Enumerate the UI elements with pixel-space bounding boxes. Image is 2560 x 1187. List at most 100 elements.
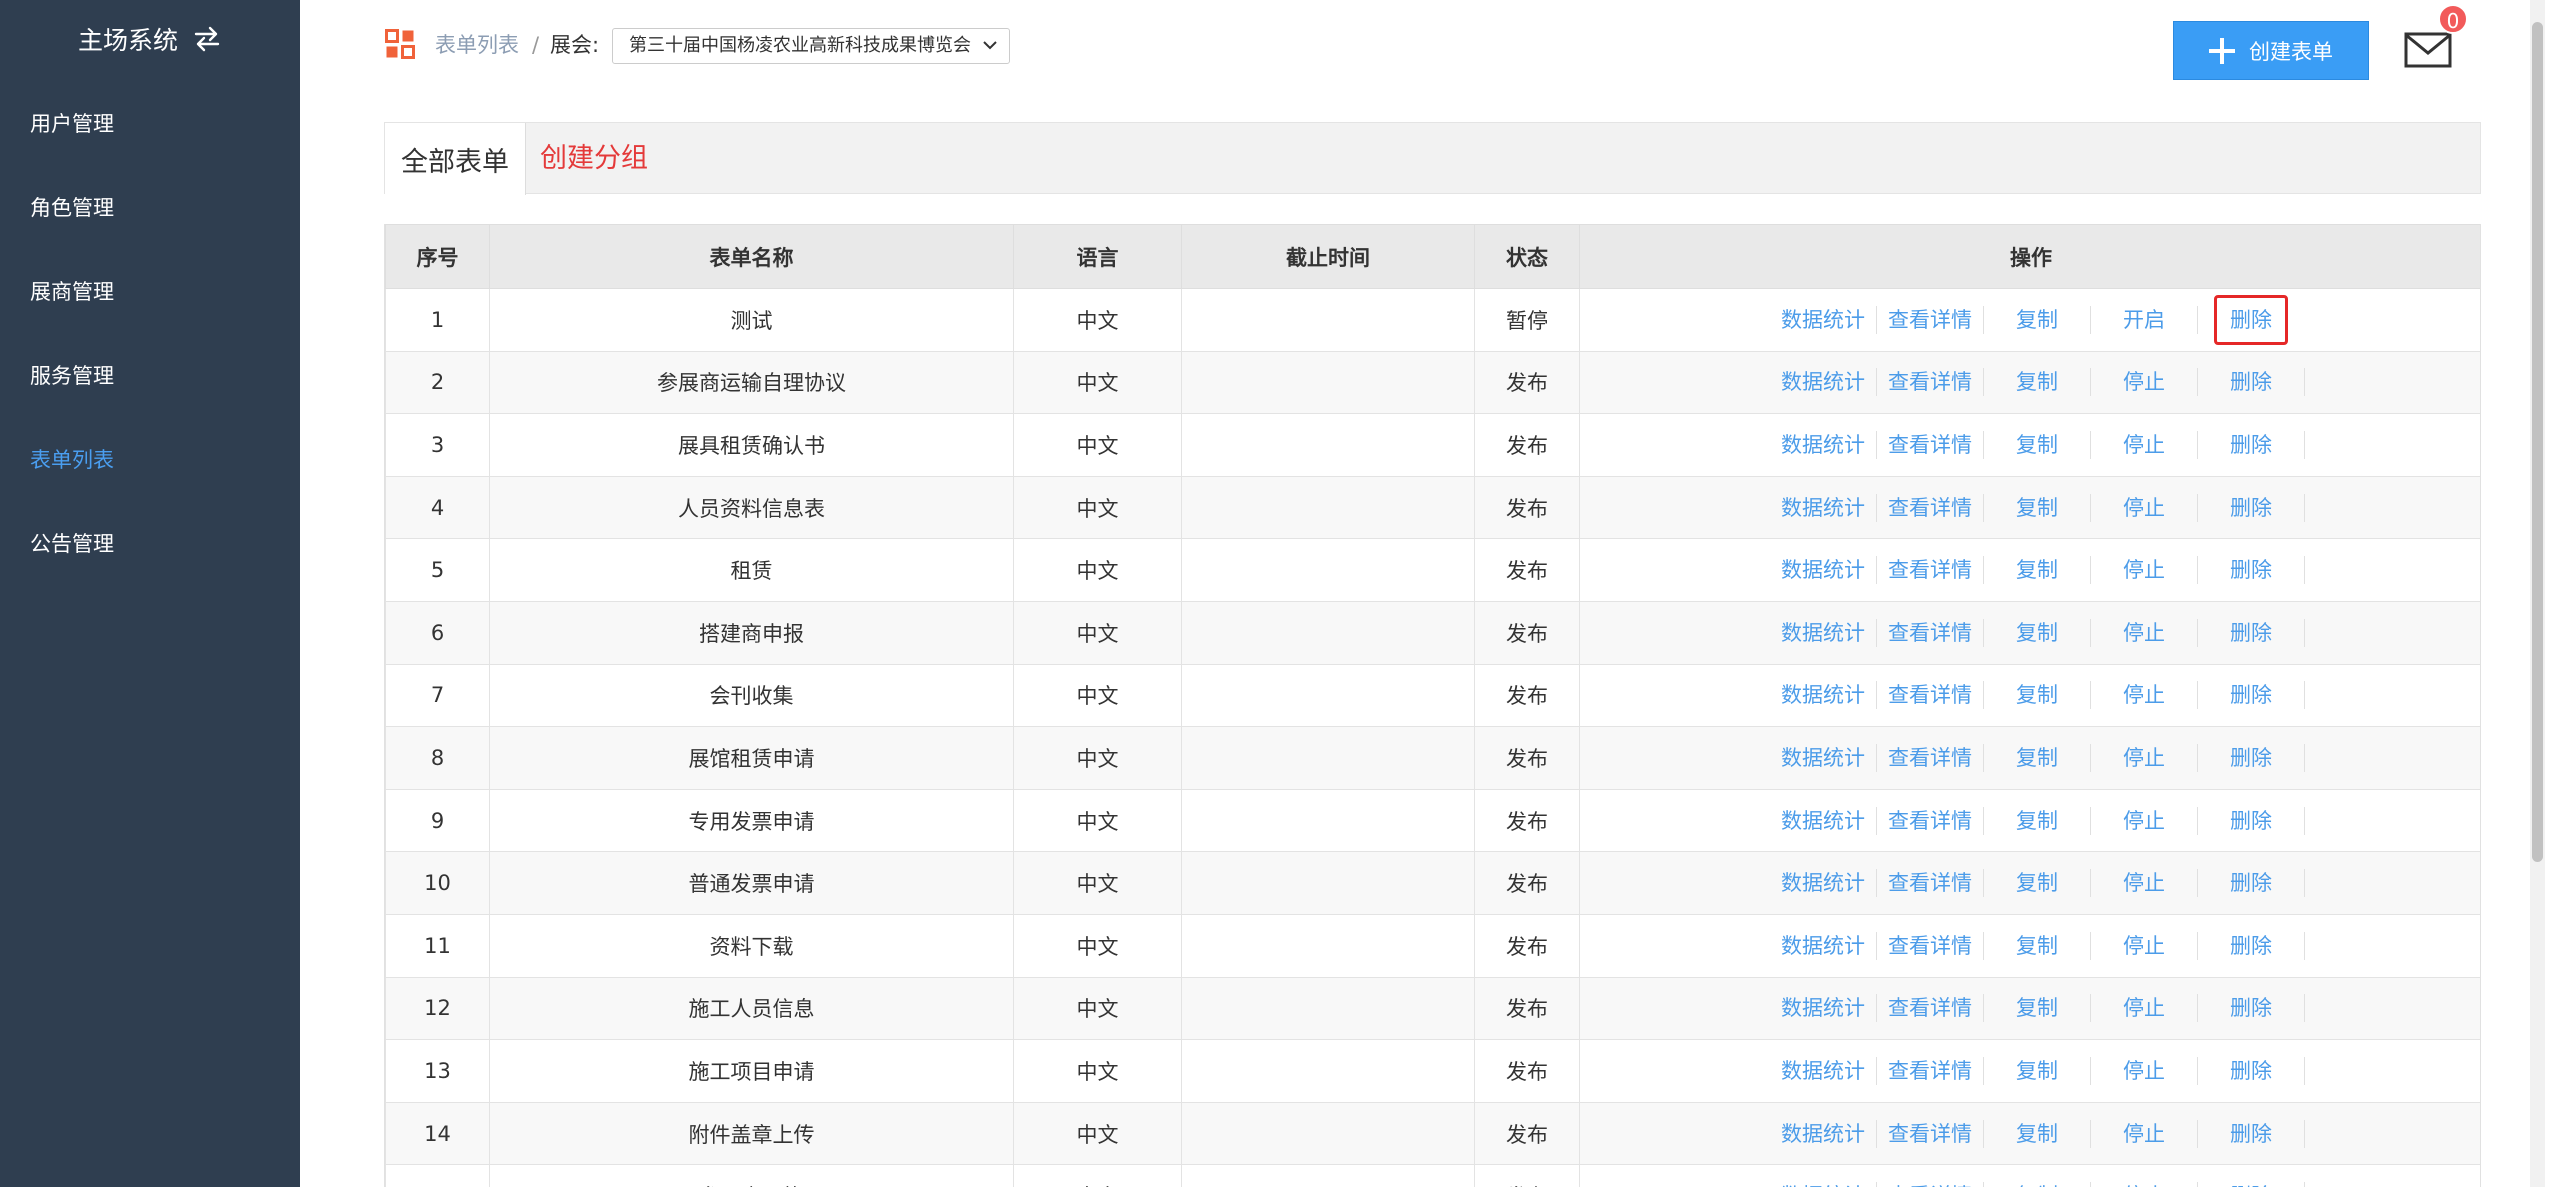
form-status: 发布 [1474,538,1580,602]
delete-link[interactable]: 删除 [2198,430,2305,459]
sidebar-item[interactable]: 展商管理 [0,250,300,334]
toggle-status-link[interactable]: 停止 [2091,430,2198,459]
toggle-status-link[interactable]: 停止 [2091,556,2198,585]
table-row: 10 普通发票申请 中文 发布 数据统计 查看详情 复制 停止 删除 [385,851,2480,915]
stats-link[interactable]: 数据统计 [1770,305,1877,334]
copy-link[interactable]: 复制 [1984,743,2091,772]
copy-link[interactable]: 复制 [1984,430,2091,459]
stats-link[interactable]: 数据统计 [1770,430,1877,459]
stats-link[interactable]: 数据统计 [1770,368,1877,397]
toggle-status-link[interactable]: 停止 [2091,743,2198,772]
copy-link[interactable]: 复制 [1984,305,2091,334]
stats-link[interactable]: 数据统计 [1770,931,1877,960]
detail-link[interactable]: 查看详情 [1877,1119,1984,1148]
toggle-status-link[interactable]: 停止 [2091,368,2198,397]
copy-link[interactable]: 复制 [1984,931,2091,960]
delete-link[interactable]: 删除 [2198,994,2305,1023]
stats-link[interactable]: 数据统计 [1770,806,1877,835]
stats-link[interactable]: 数据统计 [1770,1119,1877,1148]
stats-link[interactable]: 数据统计 [1770,493,1877,522]
copy-link[interactable]: 复制 [1984,1056,2091,1085]
toggle-status-link[interactable]: 停止 [2091,806,2198,835]
copy-link[interactable]: 复制 [1984,556,2091,585]
copy-link[interactable]: 复制 [1984,1119,2091,1148]
form-name: 参展商运输自理协议 [489,350,1014,415]
sidebar-item[interactable]: 服务管理 [0,334,300,418]
expo-select[interactable]: 第三十届中国杨凌农业高新科技成果博览会 [612,28,1010,64]
detail-link[interactable]: 查看详情 [1877,1182,1984,1187]
detail-link[interactable]: 查看详情 [1877,931,1984,960]
sidebar-item[interactable]: 用户管理 [0,82,300,166]
stats-link[interactable]: 数据统计 [1770,681,1877,710]
toggle-status-link[interactable]: 停止 [2091,681,2198,710]
toggle-status-link[interactable]: 停止 [2091,994,2198,1023]
delete-link[interactable]: 删除 [2198,1119,2305,1148]
delete-link[interactable]: 删除 [2198,1182,2305,1187]
stats-link[interactable]: 数据统计 [1770,1182,1877,1187]
delete-link[interactable]: 删除 [2198,493,2305,522]
copy-link[interactable]: 复制 [1984,869,2091,898]
all-forms-tab[interactable]: 全部表单 [385,123,526,195]
detail-link[interactable]: 查看详情 [1877,618,1984,647]
delete-link[interactable]: 删除 [2198,931,2305,960]
stats-link[interactable]: 数据统计 [1770,869,1877,898]
stats-link[interactable]: 数据统计 [1770,556,1877,585]
form-status: 发布 [1474,350,1580,415]
toggle-status-link[interactable]: 停止 [2091,493,2198,522]
copy-link[interactable]: 复制 [1984,681,2091,710]
copy-link[interactable]: 复制 [1984,493,2091,522]
table-row: 11 资料下载 中文 发布 数据统计 查看详情 复制 停止 删除 [385,913,2480,978]
delete-link[interactable]: 删除 [2198,743,2305,772]
detail-link[interactable]: 查看详情 [1877,1056,1984,1085]
delete-link[interactable]: 删除 [2214,294,2288,345]
copy-link[interactable]: 复制 [1984,368,2091,397]
toggle-status-link[interactable]: 停止 [2091,1056,2198,1085]
delete-link[interactable]: 删除 [2198,1056,2305,1085]
detail-link[interactable]: 查看详情 [1877,556,1984,585]
copy-link[interactable]: 复制 [1984,1182,2091,1187]
toggle-status-link[interactable]: 停止 [2091,931,2198,960]
row-actions: 数据统计查看详情复制停止删除 [1579,350,2480,415]
detail-link[interactable]: 查看详情 [1877,681,1984,710]
table-row: 1 测试 中文 暂停 数据统计 查看详情 复制 开启 删除 [385,288,2480,352]
sidebar-item[interactable]: 表单列表 [0,418,300,502]
form-name: 资料下载 [489,913,1014,978]
delete-link[interactable]: 删除 [2198,681,2305,710]
mail-button[interactable]: 0 [2404,4,2474,80]
detail-link[interactable]: 查看详情 [1877,743,1984,772]
delete-link[interactable]: 删除 [2198,869,2305,898]
delete-link[interactable]: 删除 [2198,556,2305,585]
toggle-status-link[interactable]: 停止 [2091,869,2198,898]
scrollbar-thumb[interactable] [2532,22,2543,862]
detail-link[interactable]: 查看详情 [1877,869,1984,898]
copy-link[interactable]: 复制 [1984,618,2091,647]
stats-link[interactable]: 数据统计 [1770,743,1877,772]
sidebar-item[interactable]: 公告管理 [0,502,300,586]
toggle-status-link[interactable]: 开启 [2091,305,2198,334]
stats-link[interactable]: 数据统计 [1770,618,1877,647]
form-language: 中文 [1013,788,1182,853]
delete-link[interactable]: 删除 [2198,806,2305,835]
detail-link[interactable]: 查看详情 [1877,368,1984,397]
detail-link[interactable]: 查看详情 [1877,806,1984,835]
copy-link[interactable]: 复制 [1984,994,2091,1023]
copy-link[interactable]: 复制 [1984,806,2091,835]
create-form-button[interactable]: 创建表单 [2173,21,2369,80]
detail-link[interactable]: 查看详情 [1877,493,1984,522]
delete-link[interactable]: 删除 [2198,618,2305,647]
stats-link[interactable]: 数据统计 [1770,1056,1877,1085]
create-group-link[interactable]: 创建分组 [540,123,648,195]
toggle-status-link[interactable]: 停止 [2091,618,2198,647]
toggle-status-link[interactable]: 停止 [2091,1182,2198,1187]
detail-link[interactable]: 查看详情 [1877,994,1984,1023]
delete-link[interactable]: 删除 [2198,368,2305,397]
toggle-status-link[interactable]: 停止 [2091,1119,2198,1148]
scrollbar[interactable] [2530,0,2545,1187]
sidebar-item[interactable]: 角色管理 [0,166,300,250]
detail-link[interactable]: 查看详情 [1877,430,1984,459]
stats-link[interactable]: 数据统计 [1770,994,1877,1023]
grid-icon [385,29,415,59]
detail-link[interactable]: 查看详情 [1877,305,1984,334]
switch-icon[interactable] [192,25,222,53]
breadcrumb-link[interactable]: 表单列表 [435,30,519,60]
